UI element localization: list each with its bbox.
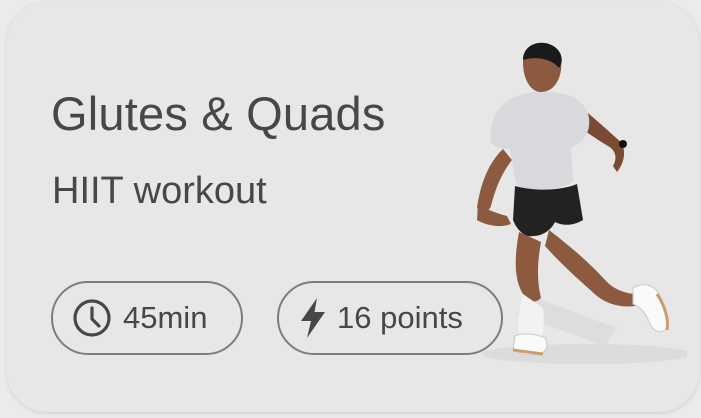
duration-badge: 45min (51, 281, 243, 355)
points-label: 16 points (337, 300, 463, 335)
clock-icon (72, 298, 112, 338)
workout-title: Glutes & Quads (51, 87, 386, 140)
points-badge: 16 points (277, 281, 503, 355)
workout-subtitle: HIIT workout (52, 170, 267, 212)
lightning-bolt-icon (298, 297, 328, 339)
workout-card[interactable]: Glutes & Quads HIIT workout 45min 16 poi… (7, 2, 699, 412)
duration-label: 45min (123, 300, 208, 335)
